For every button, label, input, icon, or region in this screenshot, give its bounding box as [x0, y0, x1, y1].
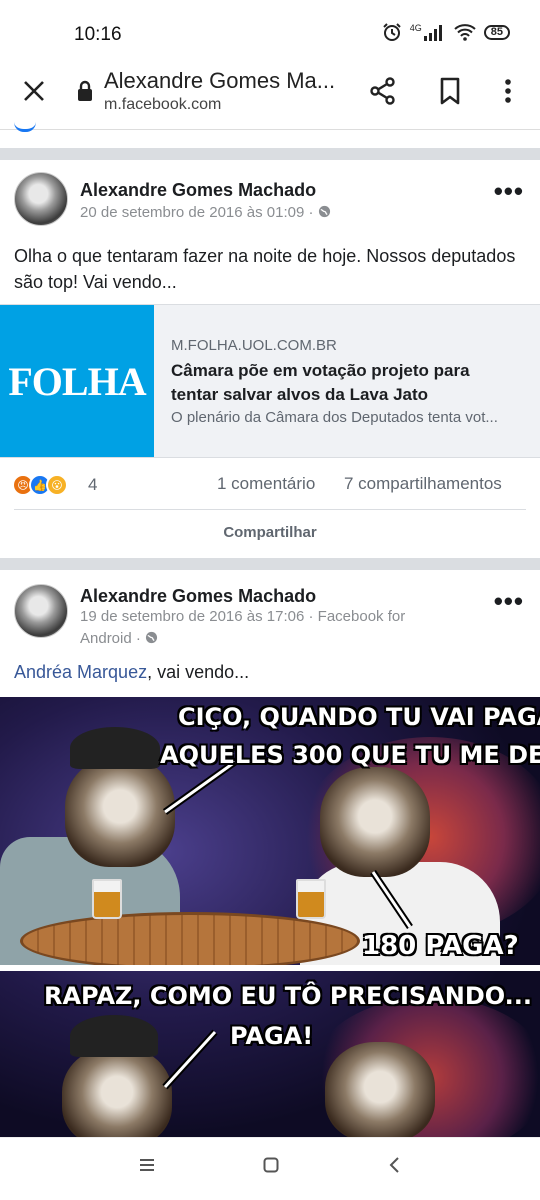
avatar[interactable] — [14, 172, 68, 226]
link-domain: M.FOLHA.UOL.COM.BR — [171, 337, 337, 354]
reaction-count[interactable]: 4 — [88, 475, 97, 495]
browser-toolbar: Alexandre Gomes Ma... m.facebook.com — [0, 60, 540, 130]
link-description: O plenário da Câmara dos Deputados tenta… — [171, 409, 498, 426]
right-goat — [325, 1042, 435, 1137]
wooden-table — [20, 912, 360, 970]
globe-icon — [318, 205, 330, 218]
recent-apps-icon[interactable] — [138, 1156, 156, 1174]
status-icons: 4G 85 — [382, 22, 510, 42]
left-goat — [65, 757, 175, 867]
mention-link[interactable]: Andréa Marquez — [14, 662, 147, 682]
signal-icon — [423, 25, 442, 41]
timestamp-line-2: Android · — [80, 630, 146, 647]
network-type: 4G — [409, 23, 422, 33]
post-text-rest: , vai vendo... — [147, 662, 250, 682]
meme-line-1: CIÇO, QUANDO TU VAI PAGAR — [178, 703, 540, 731]
divider — [14, 509, 526, 510]
system-nav-bar — [0, 1137, 540, 1200]
comments-count[interactable]: 1 comentário — [217, 474, 315, 494]
left-drink — [92, 879, 122, 919]
left-goat — [62, 1047, 172, 1137]
close-icon[interactable] — [20, 77, 48, 105]
left-goat-hat — [70, 1015, 158, 1057]
post-text: Andréa Marquez, vai vendo... — [14, 659, 526, 685]
feed-separator — [0, 558, 540, 570]
clock: 10:16 — [74, 24, 122, 45]
feed-separator — [0, 148, 540, 160]
timestamp-text: 20 de setembro de 2016 às 01:09 · — [80, 204, 318, 221]
panel-separator — [0, 965, 540, 971]
meme-line-4: PAGA! — [230, 1022, 314, 1050]
timestamp-line-1: 19 de setembro de 2016 às 17:06 · Facebo… — [80, 608, 406, 625]
post-text: Olha o que tentaram fazer na noite de ho… — [14, 246, 516, 292]
more-options-icon[interactable] — [496, 76, 520, 106]
link-title: Câmara põe em votação projeto para tenta… — [171, 361, 470, 404]
previous-post-edge — [14, 122, 36, 132]
bookmark-icon[interactable] — [438, 76, 462, 106]
back-icon[interactable] — [386, 1156, 404, 1174]
share-icon[interactable] — [368, 76, 398, 106]
post-options-button[interactable]: ••• — [494, 176, 524, 207]
speech-pointer — [370, 870, 413, 929]
speech-pointer — [162, 1029, 218, 1090]
wifi-icon — [454, 24, 476, 41]
post-image[interactable]: CIÇO, QUANDO TU VAI PAGAR AQUELES 300 QU… — [0, 697, 540, 1137]
page-title: Alexandre Gomes Ma... — [104, 68, 336, 93]
meme-reply: 180 PAGA? — [362, 931, 519, 961]
share-button[interactable]: Compartilhar — [0, 524, 540, 541]
post-timestamp[interactable]: 19 de setembro de 2016 às 17:06 · Facebo… — [80, 606, 470, 650]
link-preview[interactable]: FOLHA M.FOLHA.UOL.COM.BR Câmara põe em v… — [0, 304, 540, 458]
post-options-button[interactable]: ••• — [494, 586, 524, 617]
right-goat — [320, 767, 430, 877]
folha-logo: FOLHA — [0, 305, 154, 457]
lock-icon — [78, 80, 92, 101]
post-card: Alexandre Gomes Machado 19 de setembro d… — [0, 570, 540, 697]
post-timestamp[interactable]: 20 de setembro de 2016 às 01:09 · — [80, 202, 470, 224]
wow-reaction-icon: 😮 — [46, 474, 68, 496]
status-bar: 10:16 4G 85 — [0, 0, 540, 60]
reactions-summary[interactable]: 😠 👍 😮 — [12, 474, 68, 496]
post-author[interactable]: Alexandre Gomes Machado — [80, 180, 316, 201]
avatar[interactable] — [14, 584, 68, 638]
home-icon[interactable] — [262, 1156, 280, 1174]
right-drink — [296, 879, 326, 919]
meme-line-3: RAPAZ, COMO EU TÔ PRECISANDO... — [44, 982, 533, 1010]
battery-icon: 85 — [483, 24, 510, 40]
left-goat-hat — [70, 727, 160, 769]
post-author[interactable]: Alexandre Gomes Machado — [80, 586, 316, 607]
page-host: m.facebook.com — [104, 96, 222, 113]
meme-line-2: AQUELES 300 QUE TU ME DEVE? — [160, 741, 540, 769]
alarm-icon — [383, 23, 401, 41]
globe-icon — [145, 631, 158, 644]
shares-count[interactable]: 7 compartilhamentos — [344, 474, 502, 494]
